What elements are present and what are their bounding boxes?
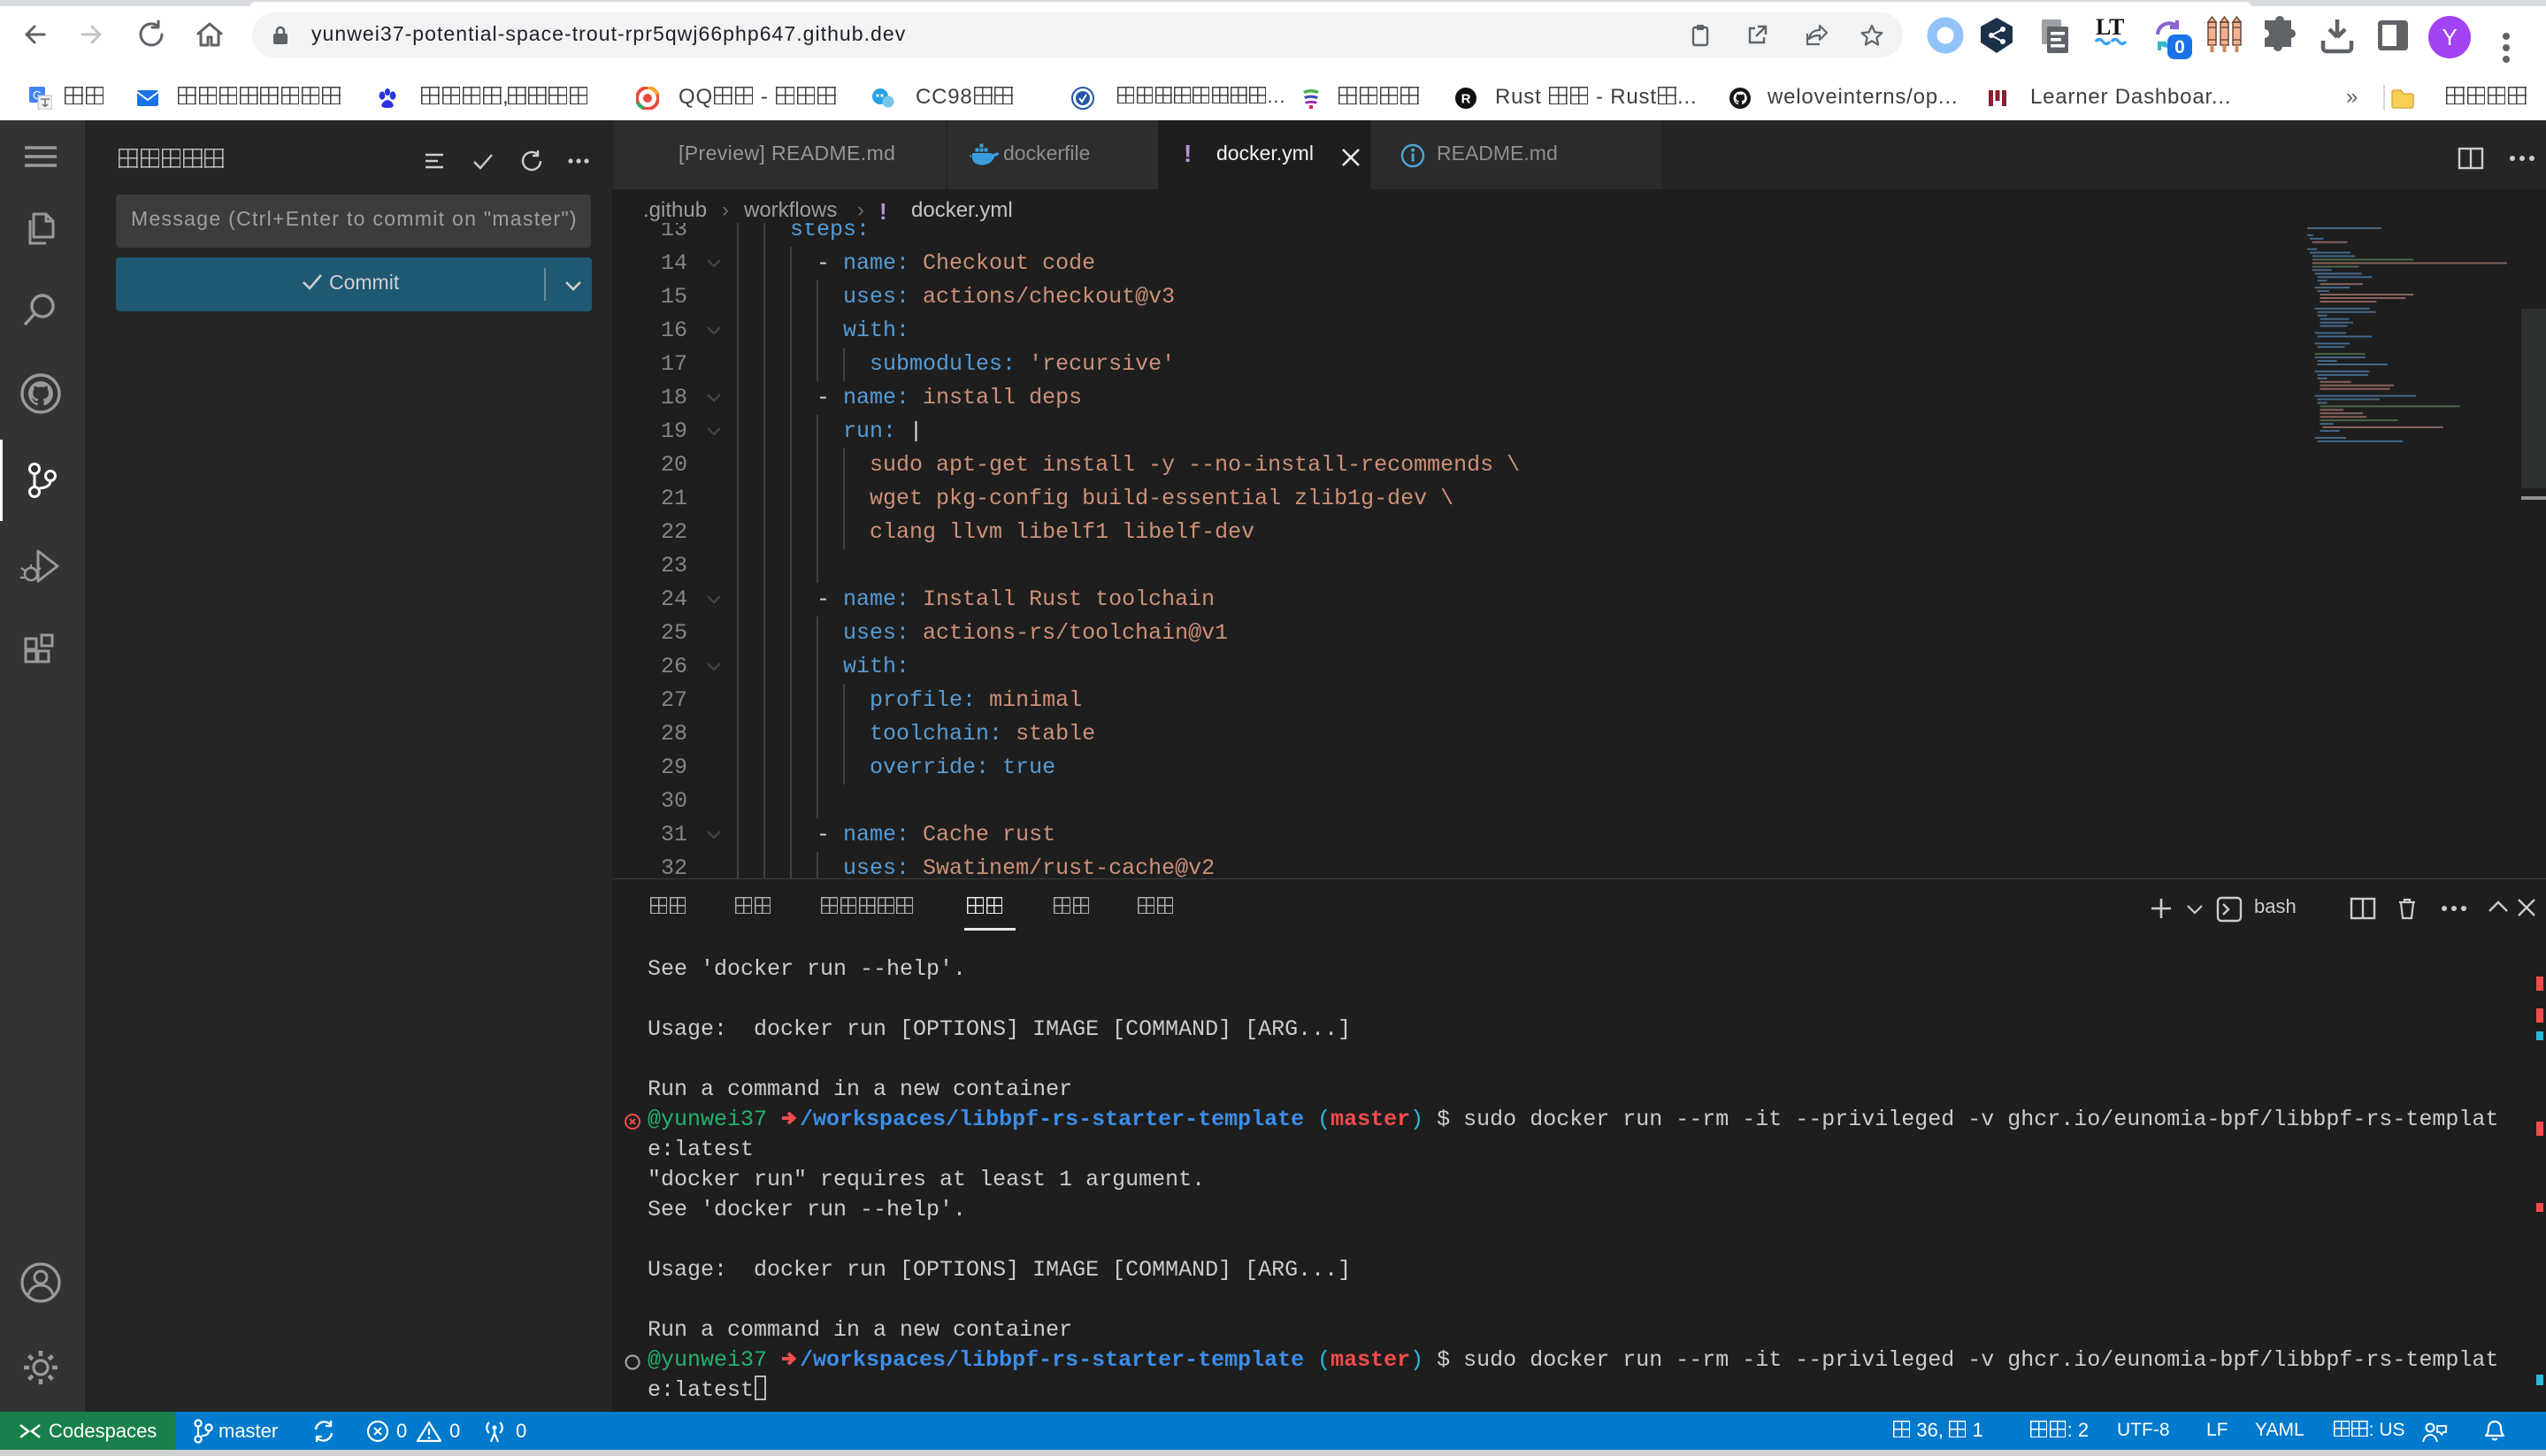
svg-text:LT: LT	[2096, 15, 2124, 40]
svg-text:0: 0	[2174, 37, 2185, 57]
svg-text:Y: Y	[2442, 24, 2457, 50]
svg-text:R: R	[1461, 92, 1471, 107]
